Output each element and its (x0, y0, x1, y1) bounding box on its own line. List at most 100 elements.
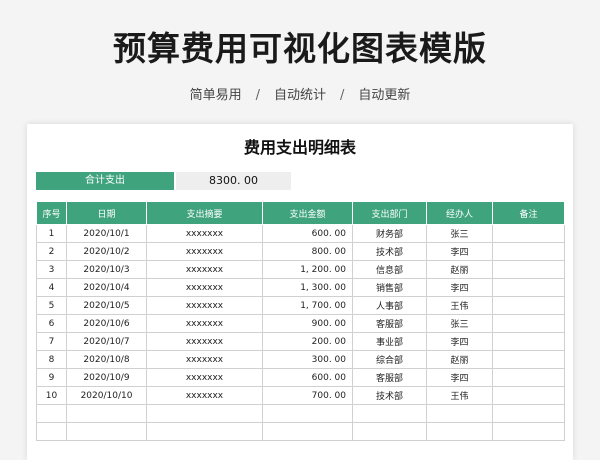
department-cell[interactable]: 财务部 (352, 224, 427, 243)
handler-cell[interactable]: 张三 (426, 314, 493, 333)
handler-cell[interactable]: 李四 (426, 368, 493, 387)
total-label-cell[interactable]: 合计支出 (36, 172, 174, 190)
department-cell[interactable]: 技术部 (352, 242, 427, 261)
index-cell[interactable] (36, 422, 67, 441)
handler-cell[interactable]: 李四 (426, 242, 493, 261)
date-cell[interactable]: 2020/10/6 (66, 314, 147, 333)
amount-cell[interactable]: 900. 00 (262, 314, 353, 333)
date-cell[interactable] (66, 404, 147, 423)
department-cell[interactable]: 综合部 (352, 350, 427, 369)
amount-cell[interactable]: 800. 00 (262, 242, 353, 261)
table-row (36, 422, 565, 441)
index-cell[interactable]: 7 (36, 332, 67, 351)
index-cell[interactable]: 3 (36, 260, 67, 279)
total-value-cell[interactable]: 8300. 00 (176, 172, 291, 190)
remark-cell[interactable] (492, 224, 565, 243)
table-row: 6 2020/10/6 xxxxxxx 900. 00 客服部 张三 (36, 314, 565, 333)
date-cell[interactable]: 2020/10/3 (66, 260, 147, 279)
column-header-summary[interactable]: 支出摘要 (146, 201, 263, 225)
column-header-department[interactable]: 支出部门 (352, 201, 427, 225)
department-cell[interactable]: 事业部 (352, 332, 427, 351)
handler-cell[interactable]: 张三 (426, 224, 493, 243)
department-cell[interactable]: 客服部 (352, 368, 427, 387)
summary-cell[interactable]: xxxxxxx (146, 296, 263, 315)
summary-cell[interactable]: xxxxxxx (146, 260, 263, 279)
amount-cell[interactable]: 200. 00 (262, 332, 353, 351)
remark-cell[interactable] (492, 242, 565, 261)
amount-cell[interactable] (262, 422, 353, 441)
index-cell[interactable]: 4 (36, 278, 67, 297)
date-cell[interactable]: 2020/10/1 (66, 224, 147, 243)
date-cell[interactable]: 2020/10/2 (66, 242, 147, 261)
date-cell[interactable]: 2020/10/9 (66, 368, 147, 387)
column-header-handler[interactable]: 经办人 (426, 201, 493, 225)
summary-cell[interactable]: xxxxxxx (146, 314, 263, 333)
amount-cell[interactable]: 300. 00 (262, 350, 353, 369)
date-cell[interactable]: 2020/10/8 (66, 350, 147, 369)
handler-cell[interactable]: 李四 (426, 278, 493, 297)
handler-cell[interactable] (426, 404, 493, 423)
column-header-date[interactable]: 日期 (66, 201, 147, 225)
summary-cell[interactable]: xxxxxxx (146, 386, 263, 405)
summary-cell[interactable] (146, 422, 263, 441)
amount-cell[interactable]: 600. 00 (262, 224, 353, 243)
column-header-index[interactable]: 序号 (36, 201, 67, 225)
summary-cell[interactable]: xxxxxxx (146, 242, 263, 261)
index-cell[interactable]: 8 (36, 350, 67, 369)
index-cell[interactable]: 9 (36, 368, 67, 387)
summary-cell[interactable]: xxxxxxx (146, 278, 263, 297)
summary-cell[interactable]: xxxxxxx (146, 332, 263, 351)
column-header-remark[interactable]: 备注 (492, 201, 565, 225)
amount-cell[interactable]: 700. 00 (262, 386, 353, 405)
department-cell[interactable]: 人事部 (352, 296, 427, 315)
remark-cell[interactable] (492, 332, 565, 351)
amount-cell[interactable]: 600. 00 (262, 368, 353, 387)
date-cell[interactable]: 2020/10/4 (66, 278, 147, 297)
date-cell[interactable]: 2020/10/7 (66, 332, 147, 351)
remark-cell[interactable] (492, 278, 565, 297)
department-cell[interactable] (352, 404, 427, 423)
index-cell[interactable]: 6 (36, 314, 67, 333)
date-cell[interactable]: 2020/10/5 (66, 296, 147, 315)
table-body: 1 2020/10/1 xxxxxxx 600. 00 财务部 张三 2 2020/10/2 x… (36, 224, 565, 441)
handler-cell[interactable]: 李四 (426, 332, 493, 351)
handler-cell[interactable]: 赵丽 (426, 350, 493, 369)
amount-cell[interactable]: 1, 200. 00 (262, 260, 353, 279)
remark-cell[interactable] (492, 422, 565, 441)
table-row: 2 2020/10/2 xxxxxxx 800. 00 技术部 李四 (36, 242, 565, 261)
department-cell[interactable]: 技术部 (352, 386, 427, 405)
remark-cell[interactable] (492, 296, 565, 315)
remark-cell[interactable] (492, 260, 565, 279)
amount-cell[interactable] (262, 404, 353, 423)
amount-cell[interactable]: 1, 300. 00 (262, 278, 353, 297)
handler-cell[interactable]: 王伟 (426, 386, 493, 405)
index-cell[interactable] (36, 404, 67, 423)
department-cell[interactable]: 销售部 (352, 278, 427, 297)
remark-cell[interactable] (492, 386, 565, 405)
summary-cell[interactable] (146, 404, 263, 423)
summary-cell[interactable]: xxxxxxx (146, 350, 263, 369)
index-cell[interactable]: 1 (36, 224, 67, 243)
handler-cell[interactable]: 王伟 (426, 296, 493, 315)
handler-cell[interactable] (426, 422, 493, 441)
remark-cell[interactable] (492, 404, 565, 423)
table-row: 5 2020/10/5 xxxxxxx 1, 700. 00 人事部 王伟 (36, 296, 565, 315)
remark-cell[interactable] (492, 350, 565, 369)
index-cell[interactable]: 5 (36, 296, 67, 315)
department-cell[interactable]: 信息部 (352, 260, 427, 279)
remark-cell[interactable] (492, 368, 565, 387)
amount-cell[interactable]: 1, 700. 00 (262, 296, 353, 315)
remark-cell[interactable] (492, 314, 565, 333)
page-title: 预算费用可视化图表模版 (113, 29, 487, 68)
index-cell[interactable]: 10 (36, 386, 67, 405)
department-cell[interactable] (352, 422, 427, 441)
department-cell[interactable]: 客服部 (352, 314, 427, 333)
date-cell[interactable] (66, 422, 147, 441)
date-cell[interactable]: 2020/10/10 (66, 386, 147, 405)
column-header-amount[interactable]: 支出金额 (262, 201, 353, 225)
handler-cell[interactable]: 赵丽 (426, 260, 493, 279)
summary-cell[interactable]: xxxxxxx (146, 368, 263, 387)
summary-cell[interactable]: xxxxxxx (146, 224, 263, 243)
index-cell[interactable]: 2 (36, 242, 67, 261)
table-row (36, 404, 565, 423)
